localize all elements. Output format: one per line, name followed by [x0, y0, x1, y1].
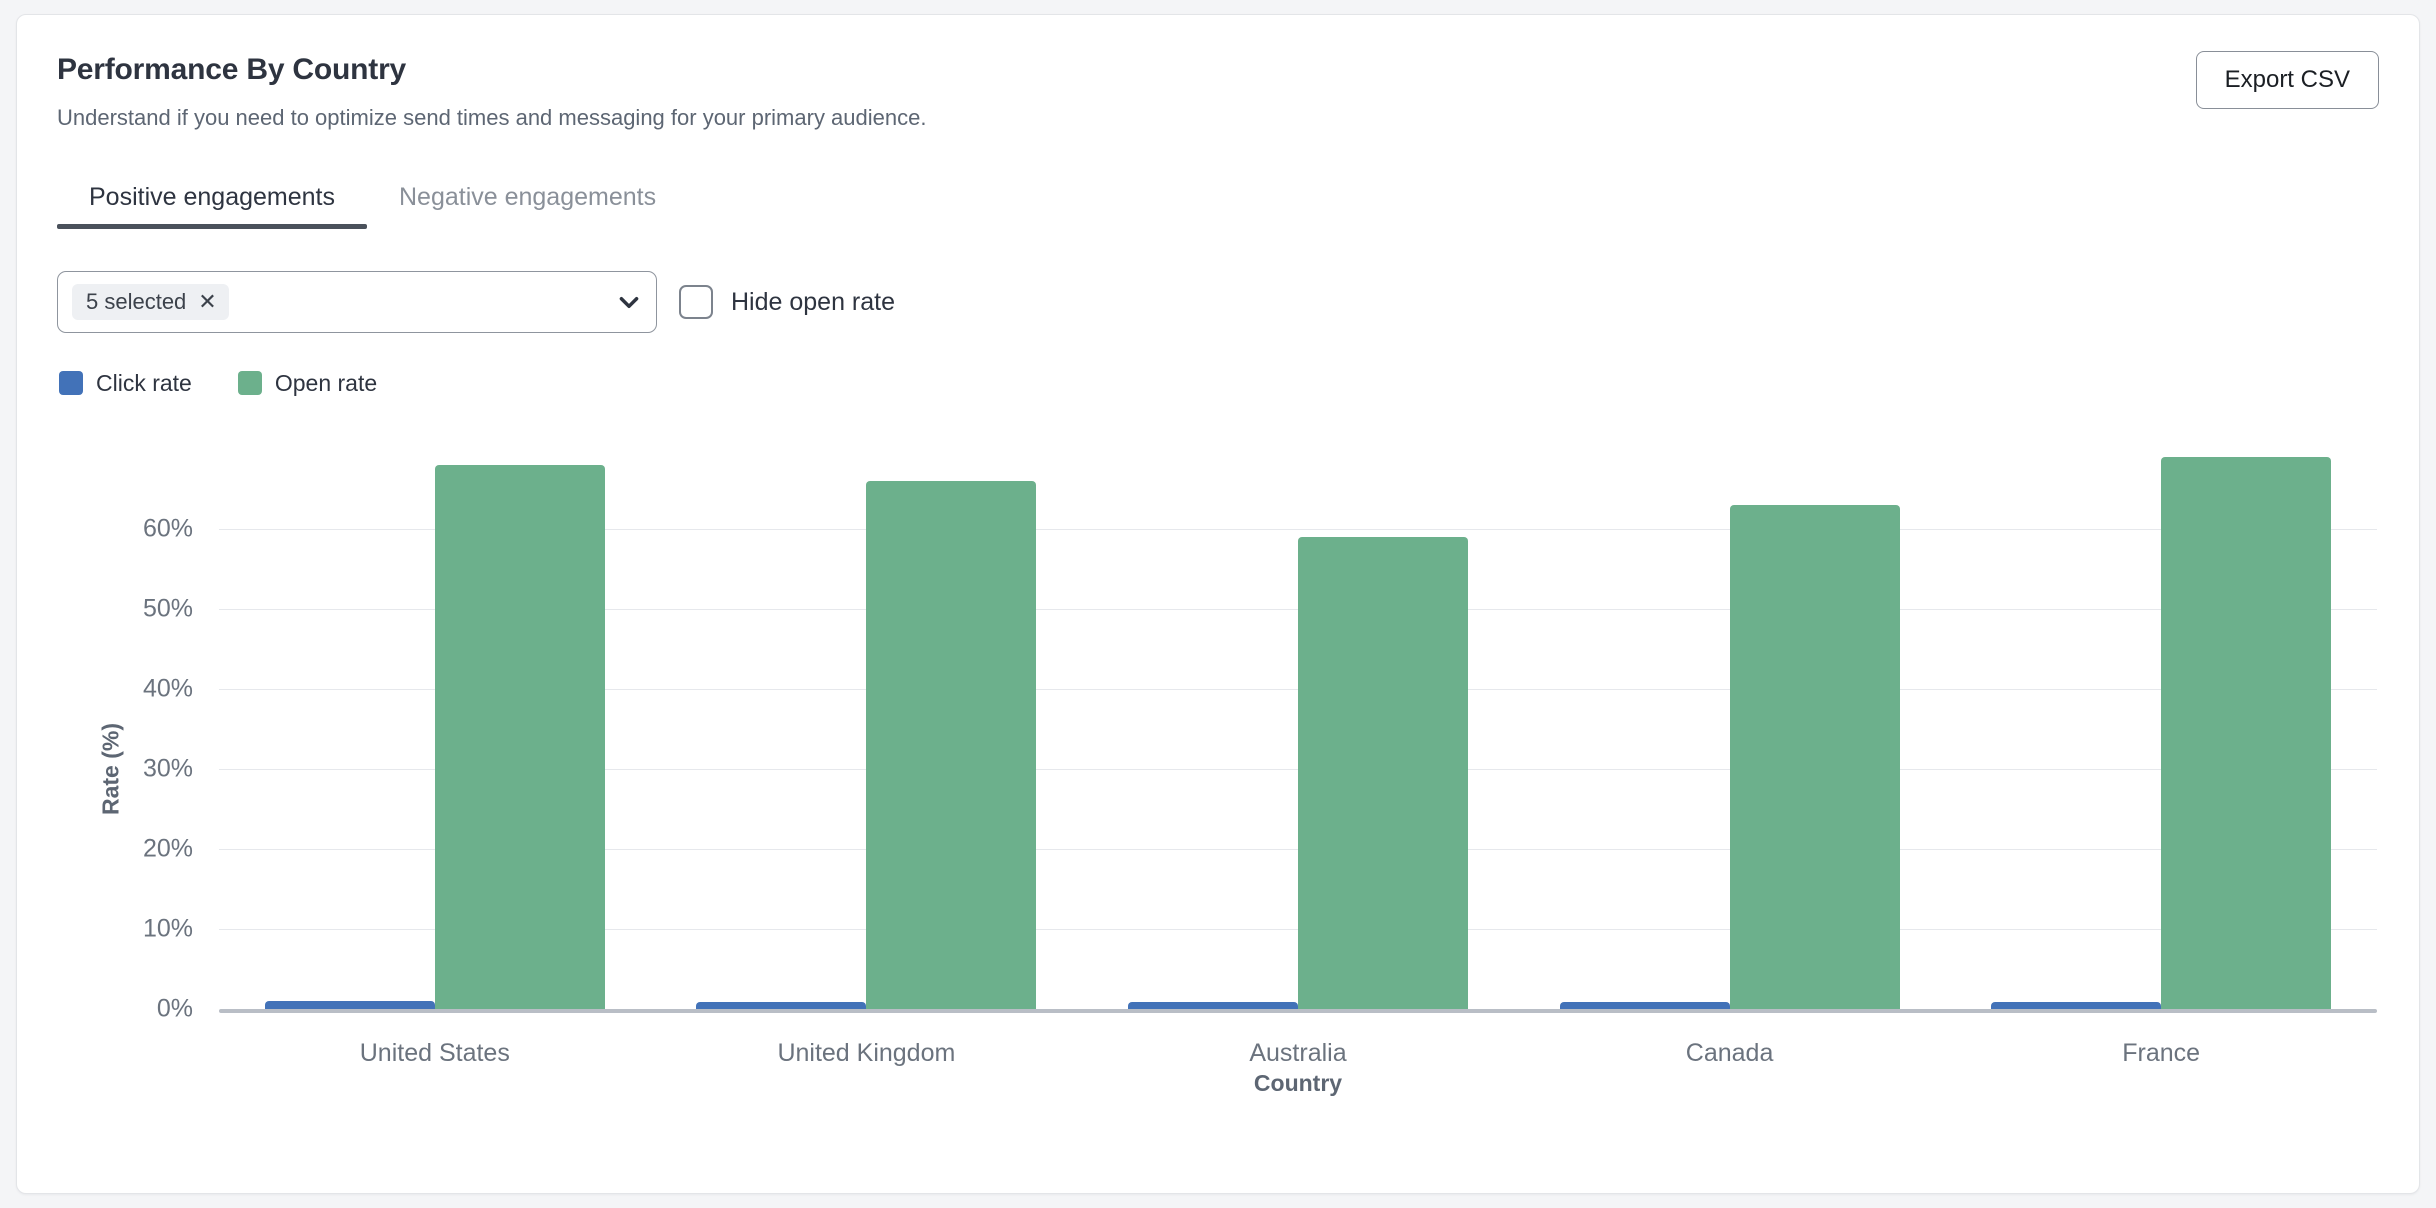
chevron-down-icon[interactable] — [616, 289, 642, 315]
tab-positive-engagements[interactable]: Positive engagements — [57, 180, 367, 230]
page-background: Performance By Country Understand if you… — [0, 0, 2436, 1208]
bar-group: Canada — [1514, 433, 1946, 1067]
selected-count-chip[interactable]: 5 selected ✕ — [72, 284, 229, 320]
legend-label-click-rate: Click rate — [96, 369, 192, 396]
y-axis-tick-label: 30% — [142, 754, 193, 783]
bar-click-rate[interactable] — [1991, 1001, 2162, 1009]
hide-open-rate-label: Hide open rate — [731, 287, 896, 316]
bar-group: Australia — [1082, 433, 1514, 1067]
bar-open-rate[interactable] — [866, 481, 1037, 1009]
y-axis-tick-label: 60% — [142, 514, 193, 543]
card-subtitle: Understand if you need to optimize send … — [57, 105, 927, 130]
bar-chart: Rate (%) 0% 10% 20% 30% 40% 50% 60% United Sta… — [57, 419, 2377, 1119]
country-multiselect[interactable]: 5 selected ✕ — [57, 271, 657, 333]
performance-by-country-card: Performance By Country Understand if you… — [16, 14, 2420, 1194]
legend-item-open-rate[interactable]: Open rate — [237, 369, 378, 396]
bar-group: United States — [219, 433, 651, 1067]
x-axis-tick-label: United States — [359, 1039, 510, 1067]
bar-click-rate[interactable] — [1559, 1001, 1730, 1009]
engagement-tabs: Positive engagements Negative engagement… — [57, 180, 2379, 230]
close-icon[interactable]: ✕ — [198, 291, 216, 313]
x-axis-tick-label: Australia — [1249, 1039, 1347, 1067]
bar-open-rate[interactable] — [1729, 505, 1900, 1009]
bar-click-rate[interactable] — [696, 1001, 867, 1009]
chart-controls: 5 selected ✕ Hide open rate — [57, 271, 2379, 333]
page-title: Performance By Country — [57, 53, 407, 86]
chart-legend: Click rate Open rate — [57, 371, 2379, 395]
hide-open-rate-control[interactable]: Hide open rate — [679, 285, 895, 319]
plot-area: 0% 10% 20% 30% 40% 50% 60% United States United… — [143, 433, 2377, 1067]
legend-swatch-click-rate — [59, 371, 83, 395]
bar-group: France — [1945, 433, 2377, 1067]
bar-click-rate[interactable] — [1127, 1001, 1298, 1009]
legend-label-open-rate: Open rate — [274, 369, 378, 396]
y-axis-tick-label: 0% — [156, 994, 193, 1023]
bar-groups: United States United Kingdom Australia Cana… — [219, 433, 2377, 1067]
export-csv-button[interactable]: Export CSV — [2195, 51, 2379, 110]
x-axis-tick-label: Canada — [1685, 1039, 1774, 1067]
selected-count-label: 5 selected — [86, 289, 187, 314]
hide-open-rate-checkbox[interactable] — [679, 285, 713, 319]
bar-open-rate[interactable] — [1297, 537, 1468, 1009]
tab-negative-engagements[interactable]: Negative engagements — [367, 180, 688, 230]
bar-open-rate[interactable] — [434, 465, 605, 1009]
bar-group: United Kingdom — [651, 433, 1083, 1067]
legend-swatch-open-rate — [237, 371, 262, 395]
y-axis-title: Rate (%) — [97, 722, 124, 816]
y-axis-tick-label: 40% — [142, 674, 193, 703]
card-header: Performance By Country Understand if you… — [57, 51, 2379, 132]
card-header-text: Performance By Country Understand if you… — [57, 51, 926, 132]
x-axis-title: Country — [1253, 1070, 1343, 1096]
y-axis-tick-label: 50% — [142, 594, 193, 623]
axis-baseline — [219, 1009, 2377, 1013]
x-axis-tick-label: United Kingdom — [777, 1039, 956, 1067]
bar-open-rate[interactable] — [2161, 457, 2332, 1009]
bar-click-rate[interactable] — [264, 1001, 435, 1009]
y-axis-tick-label: 20% — [142, 834, 193, 863]
legend-item-click-rate[interactable]: Click rate — [59, 371, 192, 395]
y-axis-tick-label: 10% — [142, 914, 193, 943]
x-axis-tick-label: France — [2122, 1039, 2201, 1067]
